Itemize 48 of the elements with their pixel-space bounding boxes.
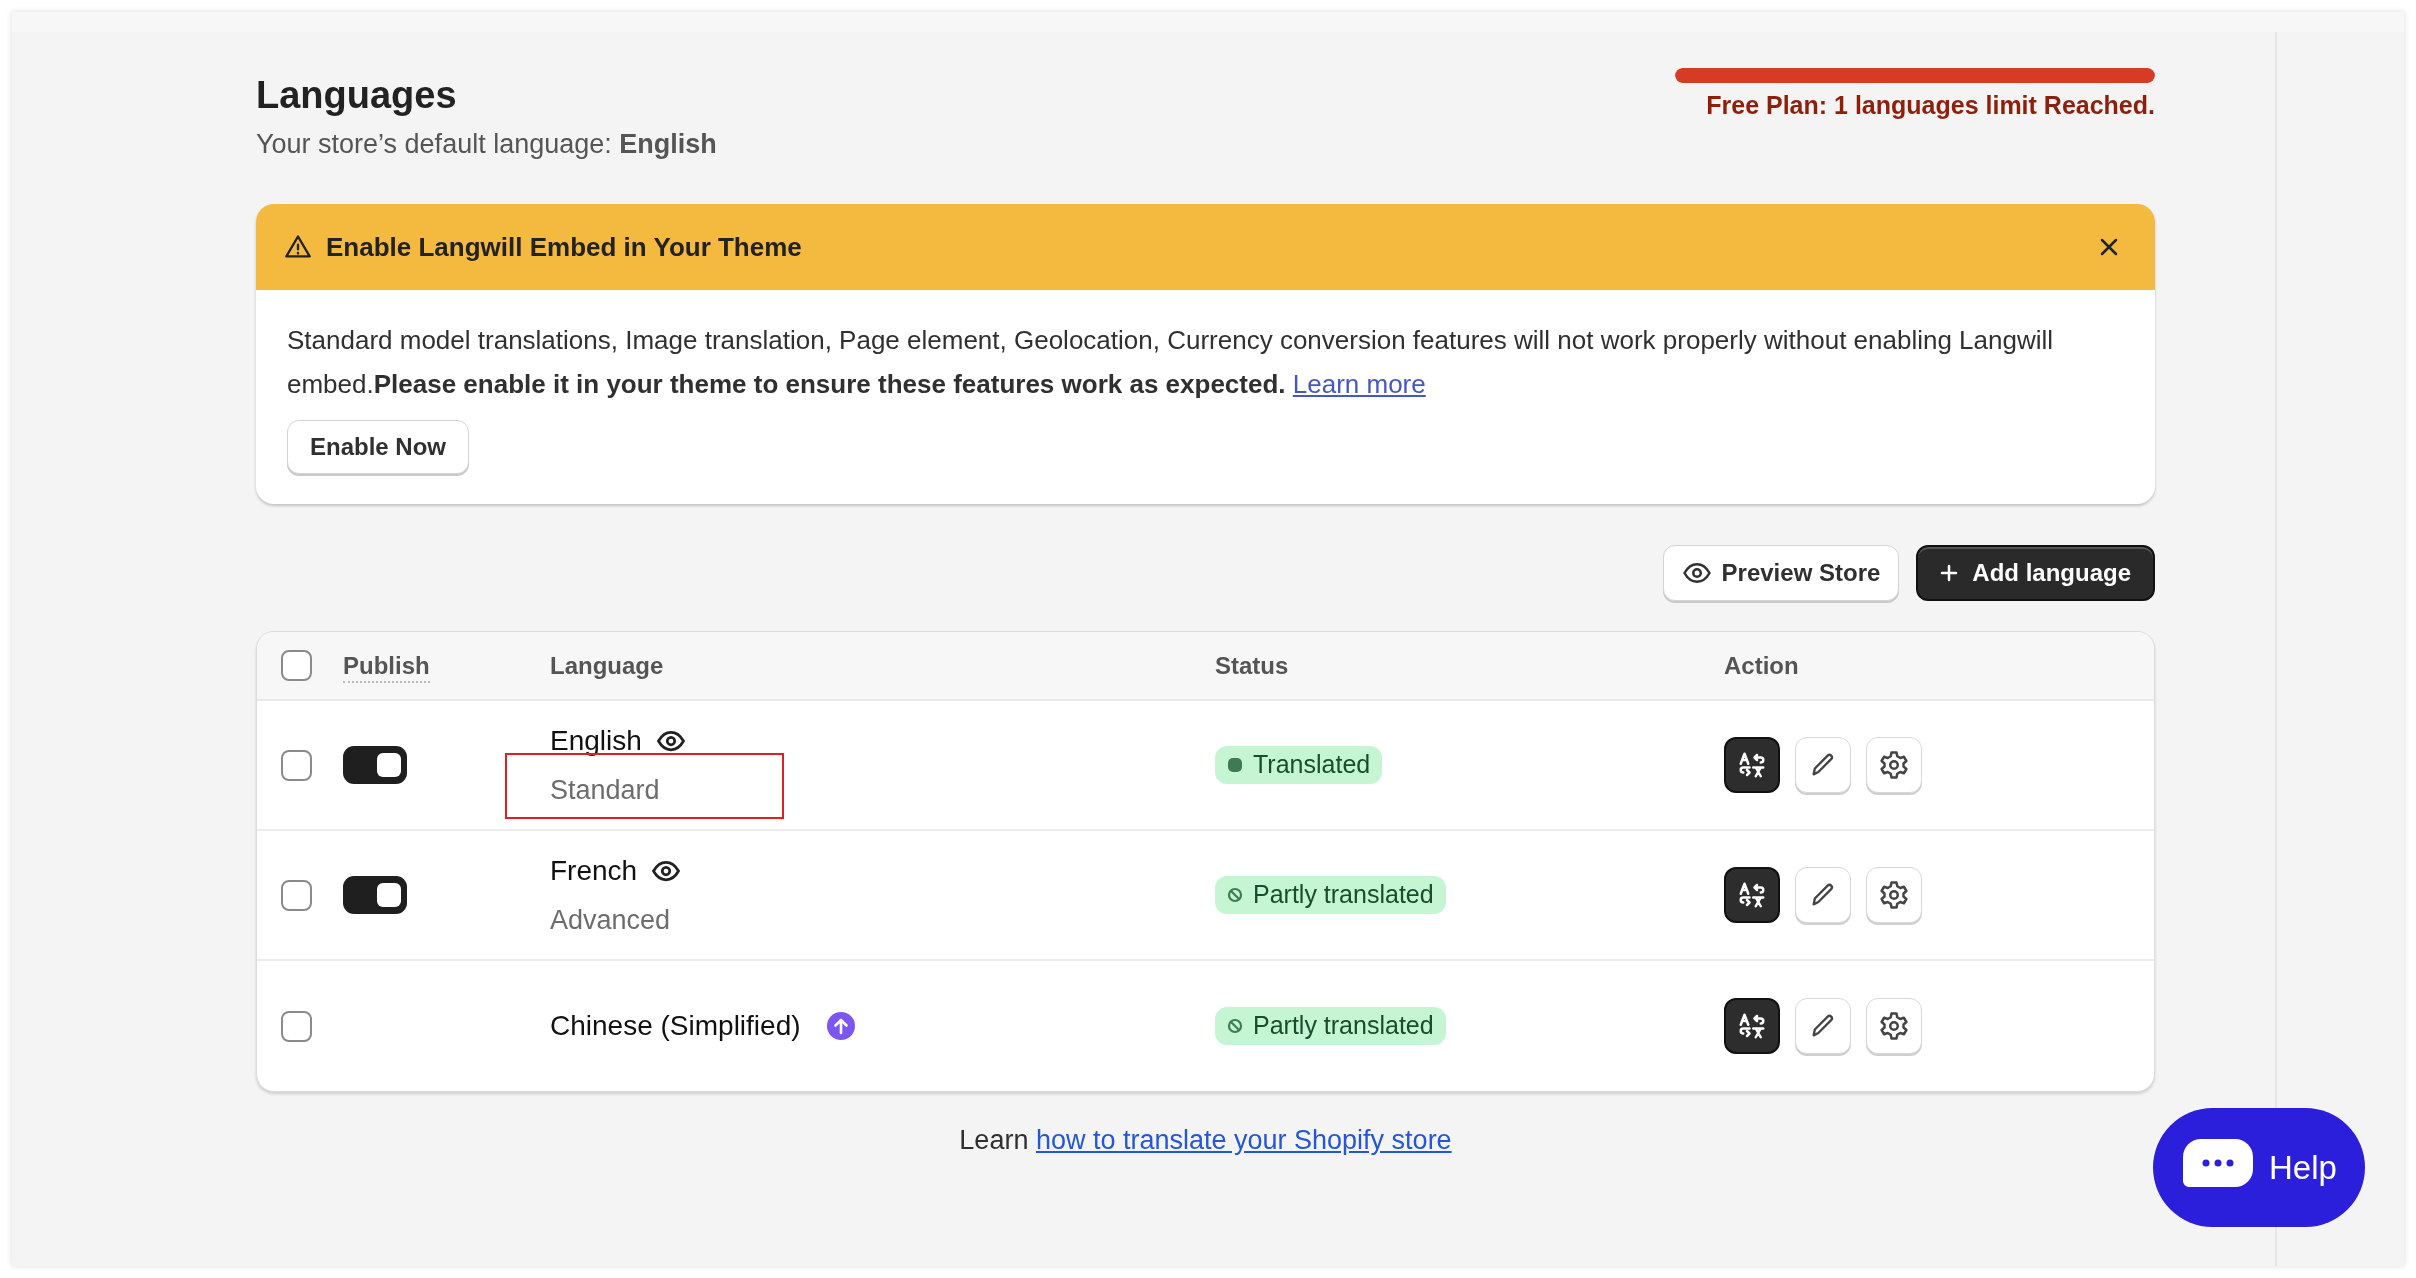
- column-header: Language: [550, 651, 664, 679]
- language-name: Chinese (Simplified): [550, 1009, 801, 1043]
- settings-icon: [1879, 750, 1909, 780]
- translate-icon: [1737, 1011, 1767, 1041]
- status-badge: Partly translated: [1215, 876, 1446, 914]
- language-name: English: [550, 723, 642, 758]
- settings-icon: [1879, 1011, 1909, 1041]
- preview-store-button[interactable]: Preview Store: [1662, 545, 1900, 601]
- column-header: Publish: [343, 651, 430, 683]
- language-name: French: [550, 853, 638, 888]
- add-language-button[interactable]: Add language: [1916, 545, 2155, 601]
- translation-model-label: Advanced: [550, 904, 671, 935]
- edit-button[interactable]: [1795, 737, 1851, 793]
- row-checkbox[interactable]: [281, 1010, 312, 1042]
- close-icon: [2099, 237, 2119, 257]
- enable-now-button[interactable]: Enable Now: [287, 420, 470, 474]
- row-checkbox[interactable]: [281, 879, 312, 911]
- translate-icon: [1737, 880, 1767, 910]
- column-header: Status: [1215, 651, 1289, 679]
- warning-icon: [284, 233, 312, 261]
- settings-button[interactable]: [1866, 998, 1922, 1054]
- banner-title: Enable Langwill Embed in Your Theme: [326, 230, 803, 264]
- settings-icon: [1879, 880, 1909, 910]
- default-language-text: Your store’s default language: English: [256, 127, 717, 161]
- learn-more-link[interactable]: Learn more: [1292, 369, 1426, 399]
- publish-toggle[interactable]: [343, 876, 407, 914]
- column-header: Action: [1724, 651, 1799, 679]
- settings-button[interactable]: [1866, 737, 1922, 793]
- help-button[interactable]: Help: [2153, 1108, 2365, 1227]
- select-all-checkbox[interactable]: [281, 650, 312, 681]
- translate-button[interactable]: [1724, 737, 1780, 793]
- translate-button[interactable]: [1724, 998, 1780, 1054]
- translate-button[interactable]: [1724, 867, 1780, 923]
- page-title: Languages: [256, 73, 458, 118]
- banner-description: Standard model translations, Image translation, Page element, Geolocation, Currency conversion features will not work properly without enabling Langwill embed.Please enable it in your theme to ensure these features work as expected. Learn more: [287, 324, 2055, 401]
- publish-toggle[interactable]: [343, 746, 407, 784]
- translation-model-label: Standard: [550, 774, 660, 805]
- settings-button[interactable]: [1866, 867, 1922, 923]
- edit-button[interactable]: [1795, 998, 1851, 1054]
- translate-icon: [1737, 750, 1767, 780]
- edit-button[interactable]: [1795, 867, 1851, 923]
- plus-icon: [1940, 564, 1959, 582]
- footer-text: Learn: [959, 1125, 1029, 1155]
- row-checkbox[interactable]: [281, 749, 312, 781]
- plan-limit-message: Free Plan: 1 languages limit Reached.: [1706, 90, 2155, 121]
- status-badge: Partly translated: [1215, 1007, 1446, 1045]
- status-badge: Translated: [1215, 746, 1383, 784]
- translate-guide-link[interactable]: how to translate your Shopify store: [1035, 1125, 1452, 1155]
